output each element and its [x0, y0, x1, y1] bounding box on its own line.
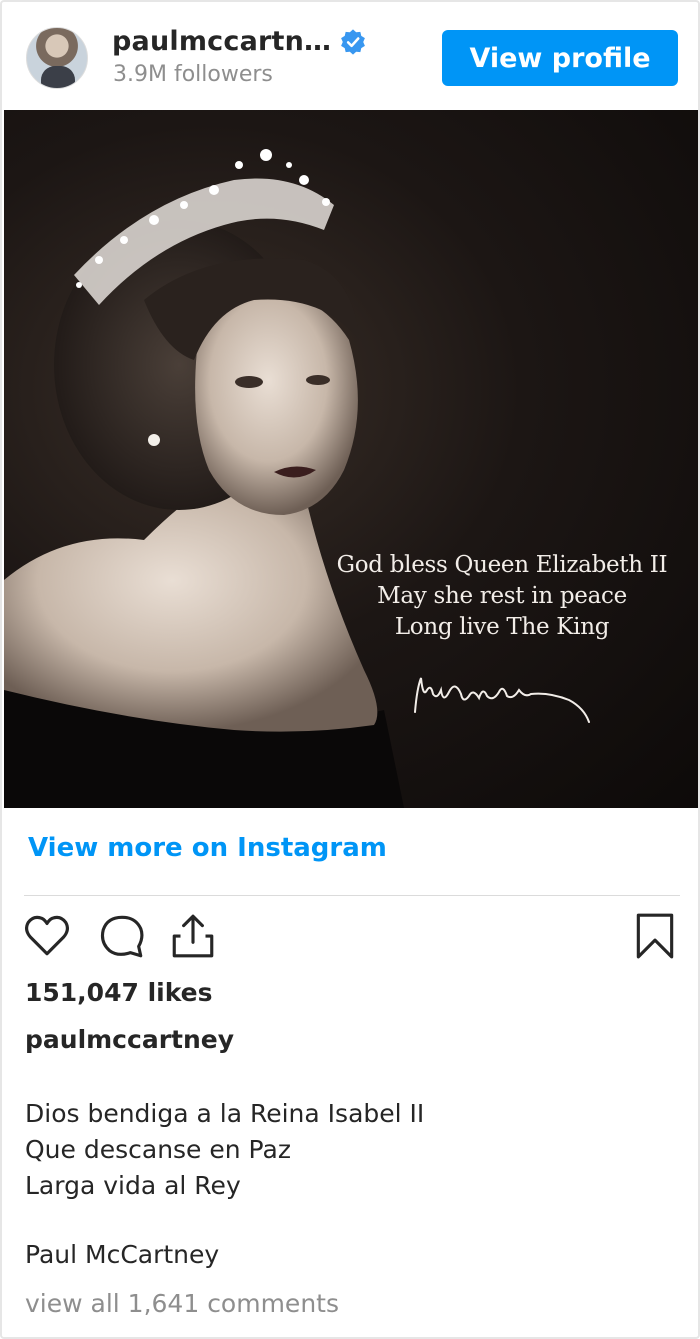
- username[interactable]: paulmccartn…: [112, 26, 331, 57]
- like-count[interactable]: 151,047 likes: [25, 978, 213, 1007]
- share-icon[interactable]: [168, 911, 218, 961]
- handwritten-signature: [414, 677, 590, 723]
- view-profile-button[interactable]: View profile: [442, 30, 678, 86]
- action-bar: [2, 907, 698, 969]
- post-owner-username[interactable]: paulmccartney: [25, 1025, 234, 1054]
- bookmark-icon[interactable]: [630, 911, 680, 961]
- verified-badge-icon: [341, 28, 366, 55]
- caption-line: Larga vida al Rey: [25, 1171, 241, 1200]
- post-caption: Dios bendiga a la Reina Isabel II Que de…: [25, 1096, 424, 1204]
- post-header: paulmccartn… 3.9M followers View profile: [2, 2, 698, 110]
- heart-icon[interactable]: [22, 911, 72, 961]
- image-overlay-text: God bless Queen Elizabeth II May she res…: [322, 550, 682, 643]
- post-image[interactable]: God bless Queen Elizabeth II May she res…: [4, 110, 698, 808]
- follower-count: 3.9M followers: [113, 62, 273, 87]
- comment-icon[interactable]: [97, 911, 147, 961]
- image-overlay-line: May she rest in peace: [377, 583, 627, 609]
- avatar[interactable]: [26, 27, 88, 89]
- image-overlay-line: Long live The King: [394, 614, 610, 640]
- view-more-on-instagram-link[interactable]: View more on Instagram: [28, 833, 387, 863]
- divider: [24, 895, 680, 896]
- image-overlay-line: God bless Queen Elizabeth II: [336, 552, 668, 578]
- username-row: paulmccartn…: [112, 26, 367, 57]
- caption-signoff: Paul McCartney: [25, 1240, 220, 1269]
- caption-line: Que descanse en Paz: [25, 1135, 291, 1164]
- instagram-embed-card: paulmccartn… 3.9M followers View profile: [0, 0, 700, 1339]
- view-all-comments-link[interactable]: view all 1,641 comments: [25, 1289, 339, 1318]
- caption-line: Dios bendiga a la Reina Isabel II: [25, 1099, 425, 1128]
